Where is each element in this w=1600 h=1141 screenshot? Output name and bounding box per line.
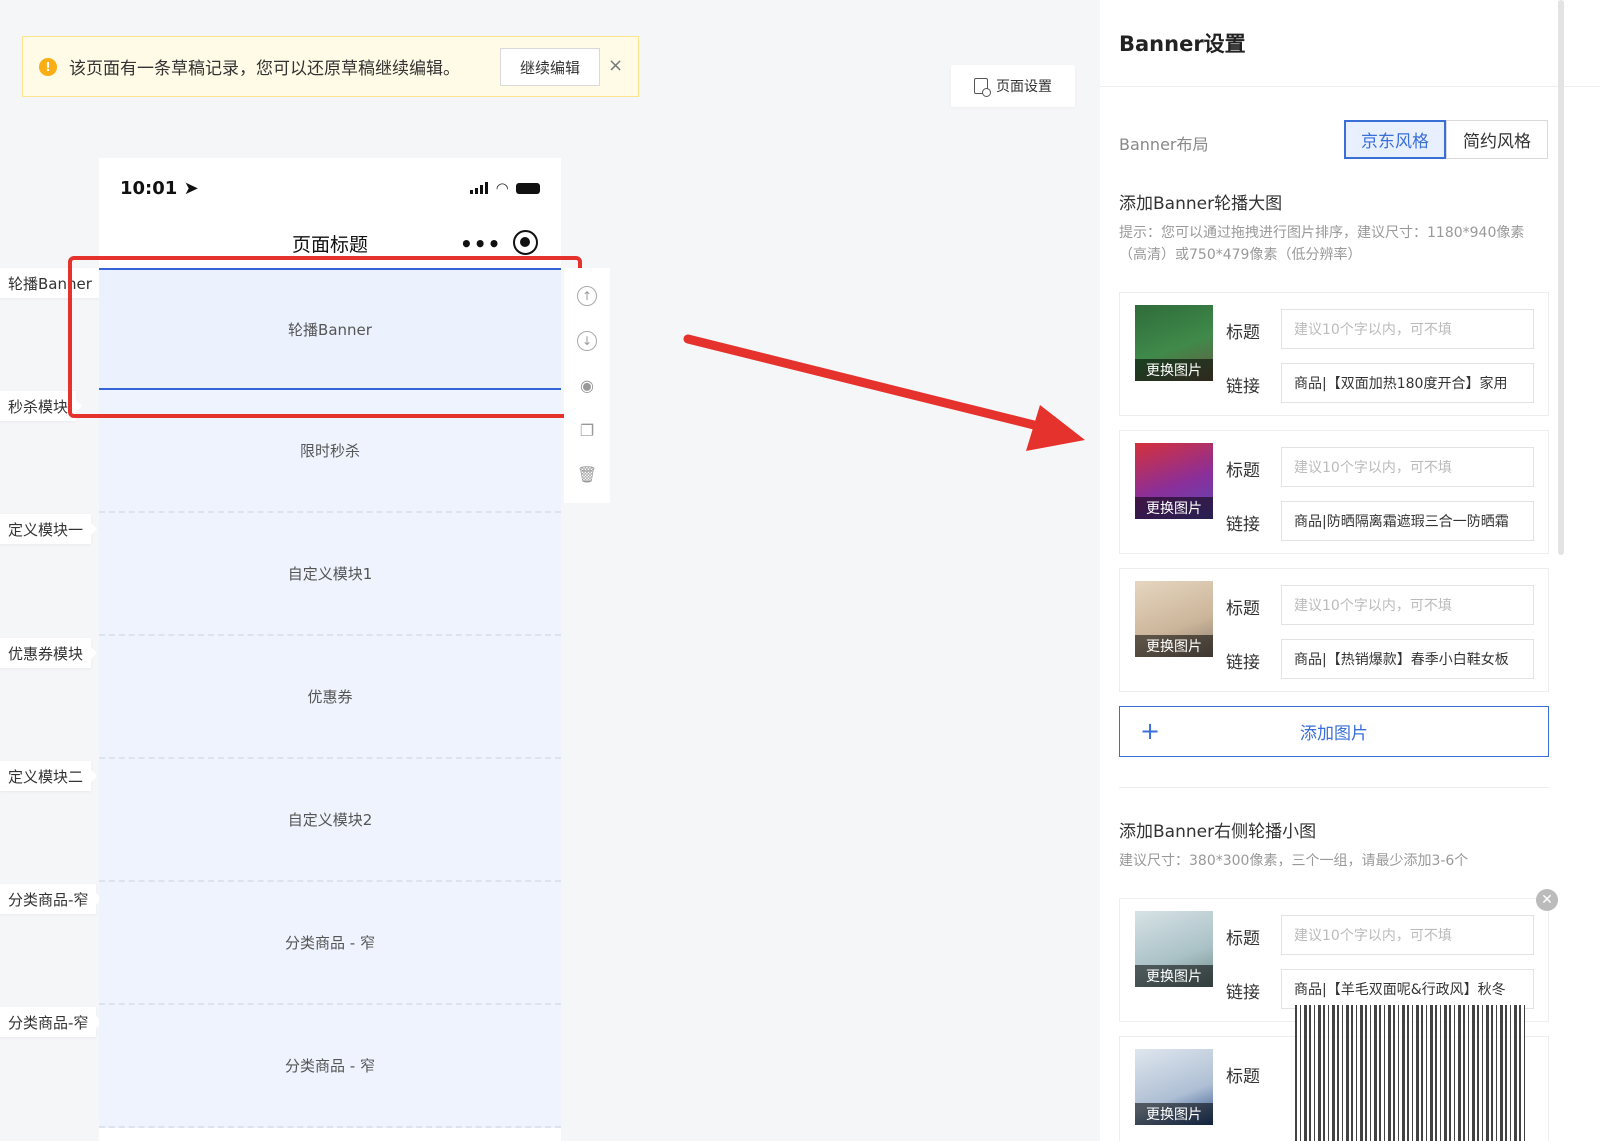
module-custom1[interactable]: 自定义模块1 — [99, 513, 561, 636]
layout-label: Banner布局 — [1119, 135, 1209, 154]
module-coupon[interactable]: 优惠券 — [99, 636, 561, 759]
page-settings-label: 页面设置 — [996, 79, 1052, 95]
side-section-title: 添加Banner右侧轮播小图 — [1119, 822, 1317, 842]
title-input[interactable]: 建议10个字以内，可不填 — [1281, 915, 1534, 955]
notice-text: 该页面有一条草稿记录，您可以还原草稿继续编辑。 — [69, 59, 460, 79]
side-label-coupon[interactable]: 优惠券模块 — [0, 638, 98, 668]
signal-icon — [470, 182, 489, 194]
module-toolbar: ↑ ↓ ◉ ❐ 🗑 — [564, 268, 610, 503]
link-input[interactable]: 商品|【双面加热180度开合】家用 — [1281, 363, 1534, 403]
banner-item: 更换图片 标题 建议10个字以内，可不填 链接 商品|【双面加热180度开合】家… — [1119, 292, 1549, 416]
battery-icon — [516, 182, 540, 194]
side-section-hint: 建议尺寸：380*300像素，三个一组，请最少添加3-6个 — [1119, 853, 1469, 869]
change-image-button[interactable]: 更换图片 — [1135, 359, 1213, 381]
trash-icon[interactable]: 🗑 — [577, 465, 597, 485]
settings-doc-icon — [974, 78, 991, 97]
link-label: 链接 — [1226, 377, 1260, 397]
status-time: 10:01 ➤ — [120, 177, 199, 199]
side-label-seckill[interactable]: 秒杀模块 — [0, 391, 83, 421]
title-input[interactable]: 建议10个字以内，可不填 — [1281, 447, 1534, 487]
move-up-icon[interactable]: ↑ — [577, 286, 597, 307]
title-label: 标题 — [1226, 599, 1260, 619]
location-arrow-icon: ➤ — [183, 177, 199, 199]
close-icon[interactable]: × — [608, 55, 623, 76]
add-image-label: 添加图片 — [1300, 724, 1368, 744]
link-label: 链接 — [1226, 653, 1260, 673]
module-custom2[interactable]: 自定义模块2 — [99, 759, 561, 882]
thumb-image[interactable]: 更换图片 — [1135, 1049, 1213, 1125]
status-bar: 10:01 ➤ ◠ — [99, 158, 561, 218]
main-section-hint: 提示：您可以通过拖拽进行图片排序，建议尺寸：1180*940像素（高清）或750… — [1119, 225, 1525, 263]
remove-item-icon[interactable]: ✕ — [1536, 889, 1558, 911]
move-down-icon[interactable]: ↓ — [577, 330, 597, 351]
side-label-custom2[interactable]: 定义模块二 — [0, 761, 98, 791]
panel-scrollbar[interactable] — [1558, 0, 1564, 555]
layout-option-jd[interactable]: 京东风格 — [1344, 120, 1446, 159]
link-input[interactable]: 商品|防晒隔离霜遮瑕三合一防晒霜 — [1281, 501, 1534, 541]
barcode-overlay — [1295, 1005, 1525, 1141]
add-image-button[interactable]: + 添加图片 — [1119, 706, 1549, 757]
layout-option-simple[interactable]: 简约风格 — [1446, 120, 1548, 159]
link-input[interactable]: 商品|【热销爆款】春季小白鞋女板 — [1281, 639, 1534, 679]
divider — [1100, 86, 1600, 87]
plus-icon: + — [1140, 717, 1161, 745]
title-label: 标题 — [1226, 929, 1260, 949]
divider — [1119, 787, 1549, 788]
draft-notice: ! 该页面有一条草稿记录，您可以还原草稿继续编辑。 继续编辑 × — [22, 36, 639, 97]
change-image-button[interactable]: 更换图片 — [1135, 635, 1213, 657]
highlight-box — [68, 256, 582, 418]
change-image-button[interactable]: 更换图片 — [1135, 1103, 1213, 1125]
panel-title: Banner设置 — [1119, 32, 1246, 56]
record-icon[interactable] — [513, 230, 538, 255]
banner-item: 更换图片 标题 建议10个字以内，可不填 链接 商品|防晒隔离霜遮瑕三合一防晒霜 — [1119, 430, 1549, 554]
title-input[interactable]: 建议10个字以内，可不填 — [1281, 585, 1534, 625]
side-label-category2[interactable]: 分类商品-窄 — [0, 1007, 103, 1037]
thumb-image[interactable]: 更换图片 — [1135, 305, 1213, 381]
module-category2[interactable]: 分类商品 - 窄 — [99, 1005, 561, 1128]
title-label: 标题 — [1226, 323, 1260, 343]
side-banner-item: 更换图片 标题 建议10个字以内，可不填 链接 商品|【羊毛双面呢&行政风】秋冬 — [1119, 898, 1549, 1022]
title-input[interactable]: 建议10个字以内，可不填 — [1281, 309, 1534, 349]
side-label-custom1[interactable]: 定义模块一 — [0, 514, 98, 544]
link-input[interactable]: 商品|【羊毛双面呢&行政风】秋冬 — [1281, 969, 1534, 1009]
thumb-image[interactable]: 更换图片 — [1135, 911, 1213, 987]
banner-item: 更换图片 标题 建议10个字以内，可不填 链接 商品|【热销爆款】春季小白鞋女板 — [1119, 568, 1549, 692]
warning-icon: ! — [39, 57, 57, 76]
banner-settings-panel: Banner设置 Banner布局 京东风格 简约风格 添加Banner轮播大图… — [1100, 0, 1600, 1141]
module-category1[interactable]: 分类商品 - 窄 — [99, 882, 561, 1005]
wifi-icon: ◠ — [496, 179, 508, 197]
change-image-button[interactable]: 更换图片 — [1135, 965, 1213, 987]
continue-edit-button[interactable]: 继续编辑 — [500, 48, 600, 86]
thumb-image[interactable]: 更换图片 — [1135, 443, 1213, 519]
more-icon[interactable]: ••• — [460, 232, 501, 256]
link-label: 链接 — [1226, 983, 1260, 1003]
main-section-title: 添加Banner轮播大图 — [1119, 194, 1283, 214]
eye-icon[interactable]: ◉ — [577, 375, 597, 395]
title-label: 标题 — [1226, 1067, 1260, 1087]
copy-icon[interactable]: ❐ — [577, 420, 597, 440]
link-label: 链接 — [1226, 515, 1260, 535]
page-settings-button[interactable]: 页面设置 — [951, 65, 1075, 107]
change-image-button[interactable]: 更换图片 — [1135, 497, 1213, 519]
layout-toggle: 京东风格 简约风格 — [1344, 120, 1548, 159]
side-label-category1[interactable]: 分类商品-窄 — [0, 884, 103, 914]
thumb-image[interactable]: 更换图片 — [1135, 581, 1213, 657]
title-label: 标题 — [1226, 461, 1260, 481]
pointer-arrow — [683, 334, 1085, 451]
